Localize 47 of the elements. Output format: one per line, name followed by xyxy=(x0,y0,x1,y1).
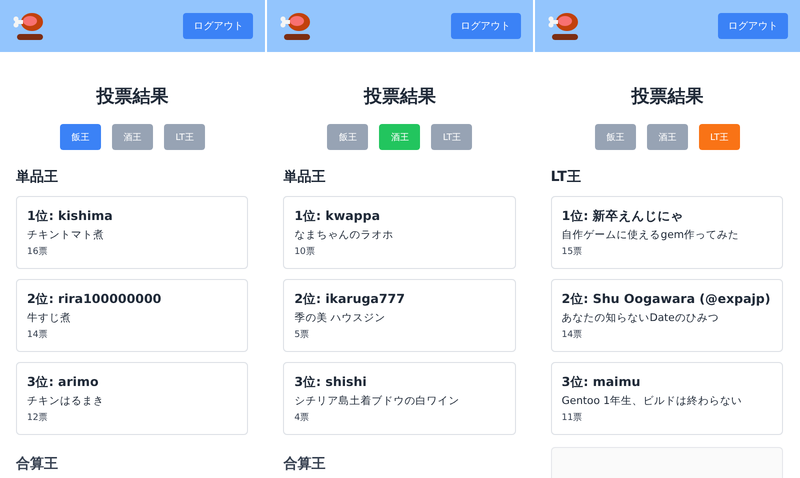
category-tab[interactable]: 酒王 xyxy=(112,124,154,150)
category-tab[interactable]: 飯王 xyxy=(327,124,368,150)
entry-title: 自作ゲームに使えるgem作ってみた xyxy=(562,228,740,242)
page-title: 投票結果 xyxy=(362,85,437,109)
section-heading: 単品王 xyxy=(16,168,59,186)
entry-title: チキンはるまき xyxy=(27,394,105,408)
rank-name: 2位: rira100000000 xyxy=(27,291,162,308)
category-tab[interactable]: LT王 xyxy=(164,124,206,150)
rank-name: 2位: Shu Oogawara (@expajp) xyxy=(562,291,772,308)
logout-button[interactable]: ログアウト xyxy=(183,13,254,39)
vote-count: 15票 xyxy=(562,246,584,258)
section-heading: LT王 xyxy=(550,168,582,186)
rank-name: 3位: maimu xyxy=(562,374,642,391)
category-tab[interactable]: 飯王 xyxy=(594,124,636,150)
rank-name: 3位: arimo xyxy=(27,374,100,391)
entry-title: Gentoo 1年生、ビルドは終わらない xyxy=(562,394,743,408)
vote-count: 11票 xyxy=(562,412,584,424)
section-heading: 合算王 xyxy=(283,455,326,473)
vote-count: 10票 xyxy=(294,246,316,258)
vote-count: 5票 xyxy=(294,329,310,341)
entry-title: チキントマト煮 xyxy=(27,228,105,242)
category-tab[interactable]: 飯王 xyxy=(60,124,102,150)
rank-name: 2位: ikaruga777 xyxy=(294,291,406,308)
page-title: 投票結果 xyxy=(630,85,704,109)
logout-button[interactable]: ログアウト xyxy=(718,13,788,39)
vote-count: 4票 xyxy=(294,412,310,424)
category-tab[interactable]: 酒王 xyxy=(379,124,420,150)
category-tab[interactable]: LT王 xyxy=(431,124,472,150)
vote-count: 12票 xyxy=(27,412,48,424)
rank-name: 1位: kwappa xyxy=(294,208,382,225)
entry-title: シチリア島土着ブドウの白ワイン xyxy=(294,394,460,408)
category-tab[interactable]: LT王 xyxy=(698,124,740,150)
rank-name: 1位: kishima xyxy=(27,208,114,225)
logout-button[interactable]: ログアウト xyxy=(450,13,521,39)
vote-count: 16票 xyxy=(27,246,48,258)
section-heading: 単品王 xyxy=(283,168,326,186)
entry-title: あなたの知らないDateのひみつ xyxy=(562,311,720,325)
section-heading: 合算王 xyxy=(16,455,59,473)
rank-name: 1位: 新卒えんじにゃ xyxy=(562,208,685,225)
entry-title: 牛すじ煮 xyxy=(27,311,72,325)
entry-title: 季の美 ハウスジン xyxy=(294,311,387,325)
category-tab[interactable]: 酒王 xyxy=(646,124,688,150)
entry-title: なまちゃんのラオホ xyxy=(294,228,394,242)
vote-count: 14票 xyxy=(562,329,584,341)
page-title: 投票結果 xyxy=(95,85,170,109)
vote-count: 14票 xyxy=(27,329,48,341)
rank-name: 3位: shishi xyxy=(294,374,368,391)
